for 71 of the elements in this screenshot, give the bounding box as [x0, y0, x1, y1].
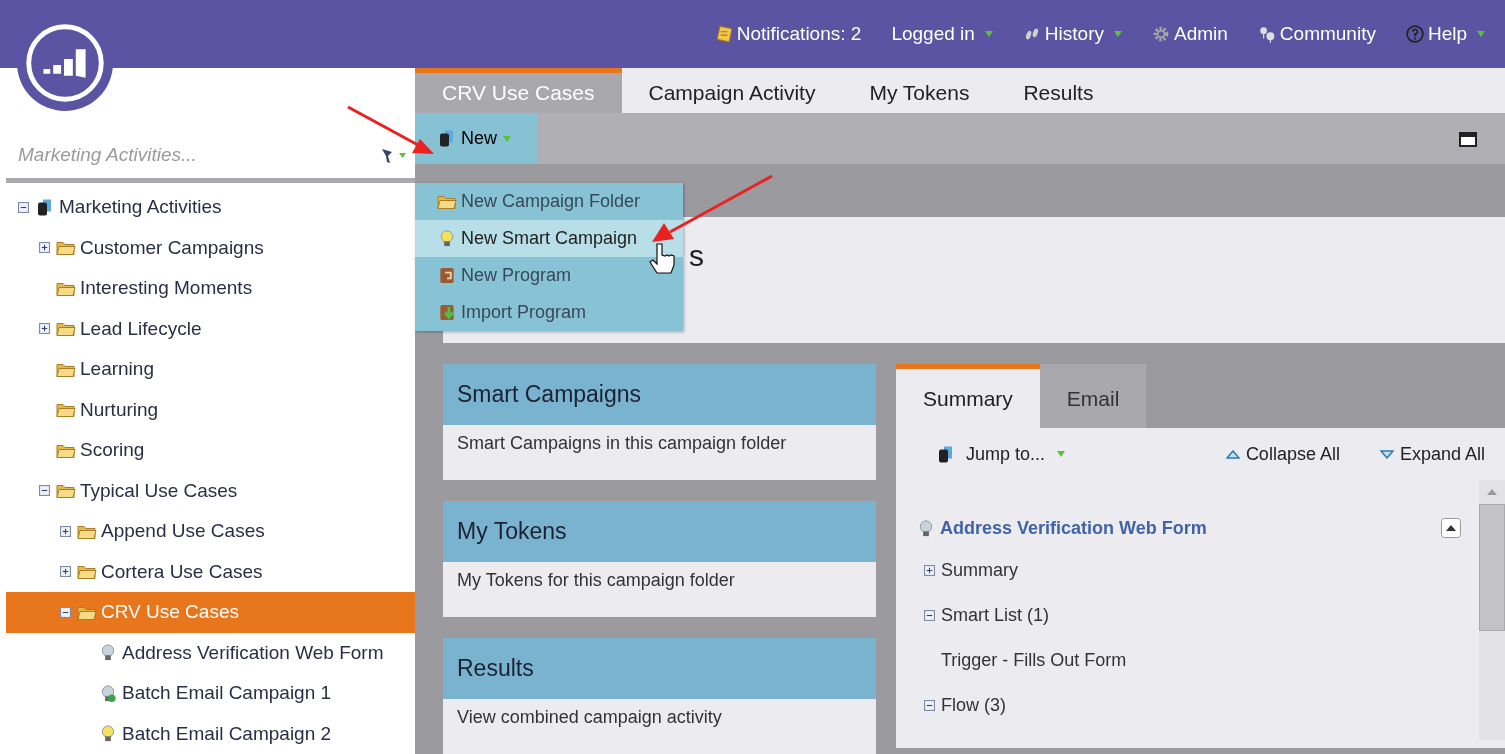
tree-item[interactable]: Cortera Use Cases — [6, 551, 415, 592]
tree-item[interactable]: Typical Use Cases — [6, 470, 415, 511]
tree-item[interactable]: Scoring — [6, 430, 415, 471]
collapse-all-link[interactable]: Collapse All — [1225, 443, 1340, 465]
expander-icon[interactable] — [60, 566, 71, 578]
expander-icon[interactable] — [18, 201, 29, 213]
notes-icon — [714, 25, 733, 43]
expander-icon[interactable] — [924, 565, 935, 576]
tab[interactable]: Summary — [896, 364, 1040, 428]
filter-icon[interactable] — [381, 147, 407, 164]
import-icon — [437, 303, 457, 322]
nav-link[interactable]: Help — [1405, 23, 1485, 45]
tab[interactable]: Campaign Activity — [621, 68, 843, 113]
campaign-name[interactable]: Address Verification Web Form — [940, 517, 1207, 539]
triangle-up-icon — [1225, 449, 1240, 459]
tree-item[interactable]: Lead Lifecycle — [6, 308, 415, 349]
tree-item[interactable]: Interesting Moments — [6, 268, 415, 309]
expander-icon[interactable] — [924, 700, 935, 711]
gear-icon — [1152, 25, 1170, 43]
scrollbar[interactable] — [1479, 480, 1505, 740]
page-title: s — [689, 239, 704, 273]
nav-link[interactable]: History — [1022, 23, 1122, 45]
tree-item[interactable]: Nurturing — [6, 389, 415, 430]
box-icon — [437, 266, 457, 285]
expander-icon[interactable] — [39, 242, 50, 254]
nav-link[interactable]: Notifications: 2 — [714, 23, 862, 45]
card-text: Smart Campaigns in this campaign folder — [443, 425, 876, 480]
card-text: My Tokens for this campaign folder — [443, 562, 876, 617]
nav-link[interactable]: Admin — [1152, 23, 1228, 45]
triangle-down-icon — [1379, 449, 1394, 459]
window-icon[interactable] — [1459, 130, 1477, 147]
menu-item[interactable]: New Campaign Folder — [415, 183, 683, 220]
section-label: Summary — [941, 560, 1018, 581]
card-title[interactable]: My Tokens — [443, 501, 876, 562]
collapse-button[interactable] — [1441, 518, 1461, 538]
card-title[interactable]: Results — [443, 638, 876, 699]
caret-icon — [503, 135, 511, 142]
help-icon — [1405, 25, 1424, 43]
hand-cursor-icon — [649, 243, 675, 274]
nav-link[interactable]: Community — [1257, 23, 1376, 45]
new-button[interactable]: New — [415, 113, 537, 164]
nav-link[interactable]: Logged in — [891, 23, 993, 45]
tree-item[interactable]: Address Verification Web Form — [6, 632, 415, 673]
tree-item[interactable]: Learning — [6, 349, 415, 390]
tree-item[interactable]: Batch Email Campaign 1 — [6, 673, 415, 714]
expander-icon[interactable] — [60, 525, 71, 537]
expander-icon[interactable] — [924, 610, 935, 621]
section-label: Smart List (1) — [941, 605, 1050, 626]
card-title[interactable]: Smart Campaigns — [443, 364, 876, 425]
menu-item[interactable]: New Program — [415, 257, 683, 294]
map-pins-icon — [1257, 25, 1276, 43]
section-label: Flow (3) — [941, 695, 1006, 716]
card-text: View combined campaign activity — [443, 699, 876, 754]
expand-all-link[interactable]: Expand All — [1379, 443, 1485, 465]
tab[interactable]: My Tokens — [842, 68, 997, 113]
section-label: Trigger - Fills Out Form — [941, 650, 1127, 671]
tree-item[interactable]: Customer Campaigns — [6, 227, 415, 268]
tree-item[interactable]: Marketing Activities — [6, 187, 415, 228]
menu-item[interactable]: New Smart Campaign — [415, 220, 683, 257]
search-field[interactable]: Marketing Activities... — [18, 144, 381, 167]
menu-item[interactable]: Import Program — [415, 294, 683, 331]
jump-to-link[interactable]: Jump to... — [936, 443, 1066, 465]
tab[interactable]: Email — [1039, 364, 1147, 428]
tree-item[interactable]: Append Use Cases — [6, 511, 415, 552]
scrollbar-thumb[interactable] — [1479, 504, 1505, 631]
expander-icon[interactable] — [60, 606, 71, 618]
tab[interactable]: Results — [996, 68, 1121, 113]
expander-icon[interactable] — [39, 323, 50, 335]
tree-item[interactable]: Batch Email Campaign 2 — [6, 713, 415, 754]
expander-icon[interactable] — [39, 485, 50, 497]
caret-icon — [1057, 451, 1066, 457]
